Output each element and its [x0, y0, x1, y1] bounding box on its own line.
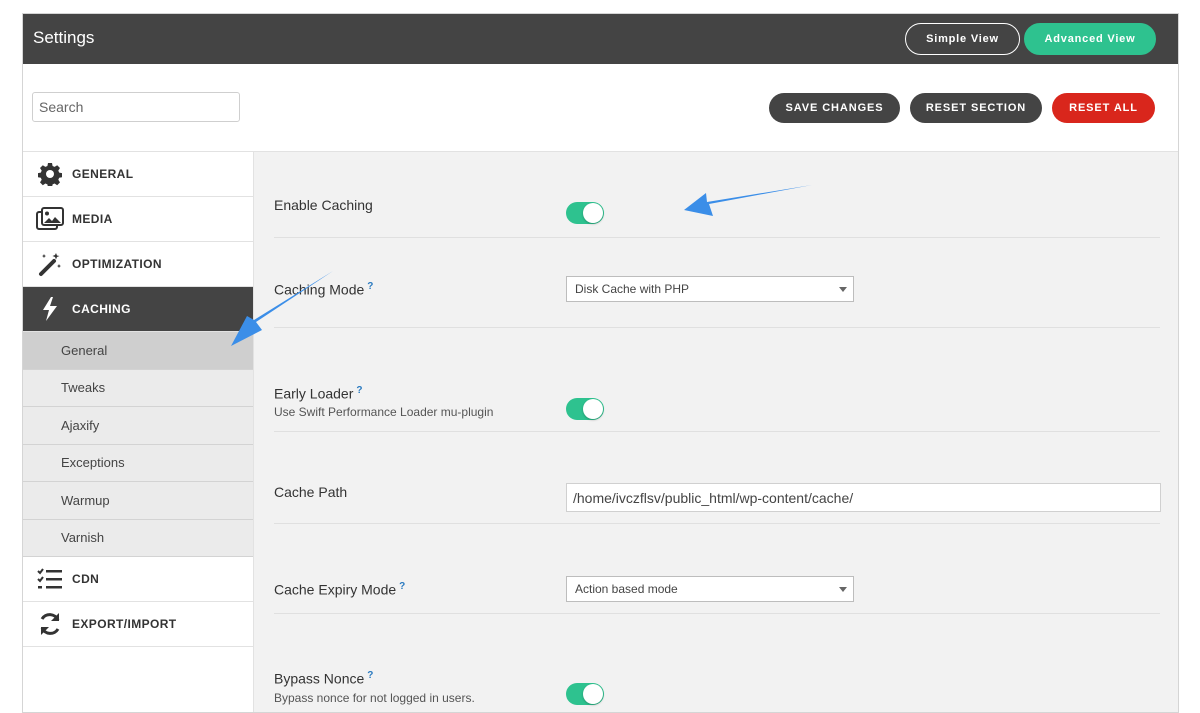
settings-sidebar: GENERAL MEDIA OPTIMIZATION CACHING Gener…: [23, 152, 254, 712]
settings-toolbar: SAVE CHANGES RESET SECTION RESET ALL: [23, 64, 1178, 152]
toggle-knob: [583, 684, 603, 704]
caching-mode-label-text: Caching Mode: [274, 281, 365, 298]
sidebar-subitem-general[interactable]: General: [23, 332, 253, 370]
sidebar-item-label: CDN: [72, 572, 100, 586]
advanced-view-button[interactable]: Advanced View: [1024, 23, 1156, 55]
list-check-icon: [36, 565, 64, 593]
gear-icon: [36, 160, 64, 188]
help-icon[interactable]: ?: [367, 281, 373, 292]
sidebar-item-label: MEDIA: [72, 212, 113, 226]
sidebar-item-general[interactable]: GENERAL: [23, 152, 253, 197]
early-loader-toggle[interactable]: [566, 398, 604, 420]
settings-window: Settings Simple View Advanced View SAVE …: [22, 13, 1179, 713]
toggle-knob: [583, 399, 603, 419]
chevron-down-icon: [839, 287, 847, 292]
bypass-nonce-toggle[interactable]: [566, 683, 604, 705]
cache-path-label: Cache Path: [274, 484, 348, 500]
cache-path-input[interactable]: /home/ivczflsv/public_html/wp-content/ca…: [566, 483, 1161, 512]
settings-content: Enable Caching Caching Mode? Disk Cache …: [254, 152, 1178, 712]
magic-wand-icon: [36, 250, 64, 278]
sidebar-subitem-ajaxify[interactable]: Ajaxify: [23, 407, 253, 445]
setting-row-bypass-nonce: Bypass Nonce? Bypass nonce for not logge…: [274, 614, 1160, 712]
sidebar-subitem-tweaks[interactable]: Tweaks: [23, 369, 253, 407]
save-changes-button[interactable]: SAVE CHANGES: [769, 93, 900, 123]
early-loader-label: Early Loader?: [274, 385, 363, 402]
sidebar-subitem-warmup[interactable]: Warmup: [23, 482, 253, 520]
sidebar-item-optimization[interactable]: OPTIMIZATION: [23, 242, 253, 287]
images-icon: [36, 205, 64, 233]
caching-mode-value: Disk Cache with PHP: [575, 282, 690, 296]
toggle-knob: [583, 203, 603, 223]
help-icon[interactable]: ?: [367, 670, 373, 681]
early-loader-description: Use Swift Performance Loader mu-plugin: [274, 405, 494, 419]
search-input[interactable]: [32, 92, 240, 122]
sidebar-item-media[interactable]: MEDIA: [23, 197, 253, 242]
setting-row-cache-expiry-mode: Cache Expiry Mode? Action based mode: [274, 524, 1160, 614]
sidebar-item-label: GENERAL: [72, 167, 134, 181]
cache-expiry-mode-label-text: Cache Expiry Mode: [274, 581, 397, 598]
chevron-down-icon: [839, 587, 847, 592]
sidebar-item-cdn[interactable]: CDN: [23, 557, 253, 602]
setting-row-cache-path: Cache Path /home/ivczflsv/public_html/wp…: [274, 432, 1161, 524]
page-title: Settings: [33, 28, 95, 47]
sidebar-item-label: CACHING: [72, 302, 131, 316]
setting-row-caching-mode: Caching Mode? Disk Cache with PHP: [274, 238, 1160, 328]
enable-caching-label: Enable Caching: [274, 197, 373, 213]
enable-caching-toggle[interactable]: [566, 202, 604, 224]
cache-expiry-mode-select[interactable]: Action based mode: [566, 576, 854, 602]
sidebar-item-label: EXPORT/IMPORT: [72, 617, 177, 631]
bypass-nonce-label: Bypass Nonce?: [274, 670, 373, 687]
sidebar-item-caching[interactable]: CACHING: [23, 287, 253, 332]
bypass-nonce-description: Bypass nonce for not logged in users.: [274, 691, 475, 705]
reset-section-button[interactable]: RESET SECTION: [910, 93, 1042, 123]
help-icon[interactable]: ?: [399, 581, 405, 592]
bolt-icon: [36, 295, 64, 323]
sidebar-item-label: OPTIMIZATION: [72, 257, 162, 271]
setting-row-early-loader: Early Loader? Use Swift Performance Load…: [274, 328, 1160, 432]
simple-view-button[interactable]: Simple View: [905, 23, 1020, 55]
sidebar-subitem-exceptions[interactable]: Exceptions: [23, 444, 253, 482]
early-loader-label-text: Early Loader: [274, 385, 354, 402]
sidebar-item-export-import[interactable]: EXPORT/IMPORT: [23, 602, 253, 647]
sync-icon: [36, 610, 64, 638]
settings-header: Settings Simple View Advanced View: [23, 14, 1178, 64]
sidebar-subitem-varnish[interactable]: Varnish: [23, 519, 253, 557]
reset-all-button[interactable]: RESET ALL: [1052, 93, 1155, 123]
help-icon[interactable]: ?: [356, 385, 362, 396]
caching-mode-select[interactable]: Disk Cache with PHP: [566, 276, 854, 302]
bypass-nonce-label-text: Bypass Nonce: [274, 670, 365, 687]
cache-expiry-mode-label: Cache Expiry Mode?: [274, 581, 405, 598]
caching-mode-label: Caching Mode?: [274, 281, 373, 298]
setting-row-enable-caching: Enable Caching: [274, 152, 1160, 238]
cache-expiry-mode-value: Action based mode: [575, 582, 678, 596]
